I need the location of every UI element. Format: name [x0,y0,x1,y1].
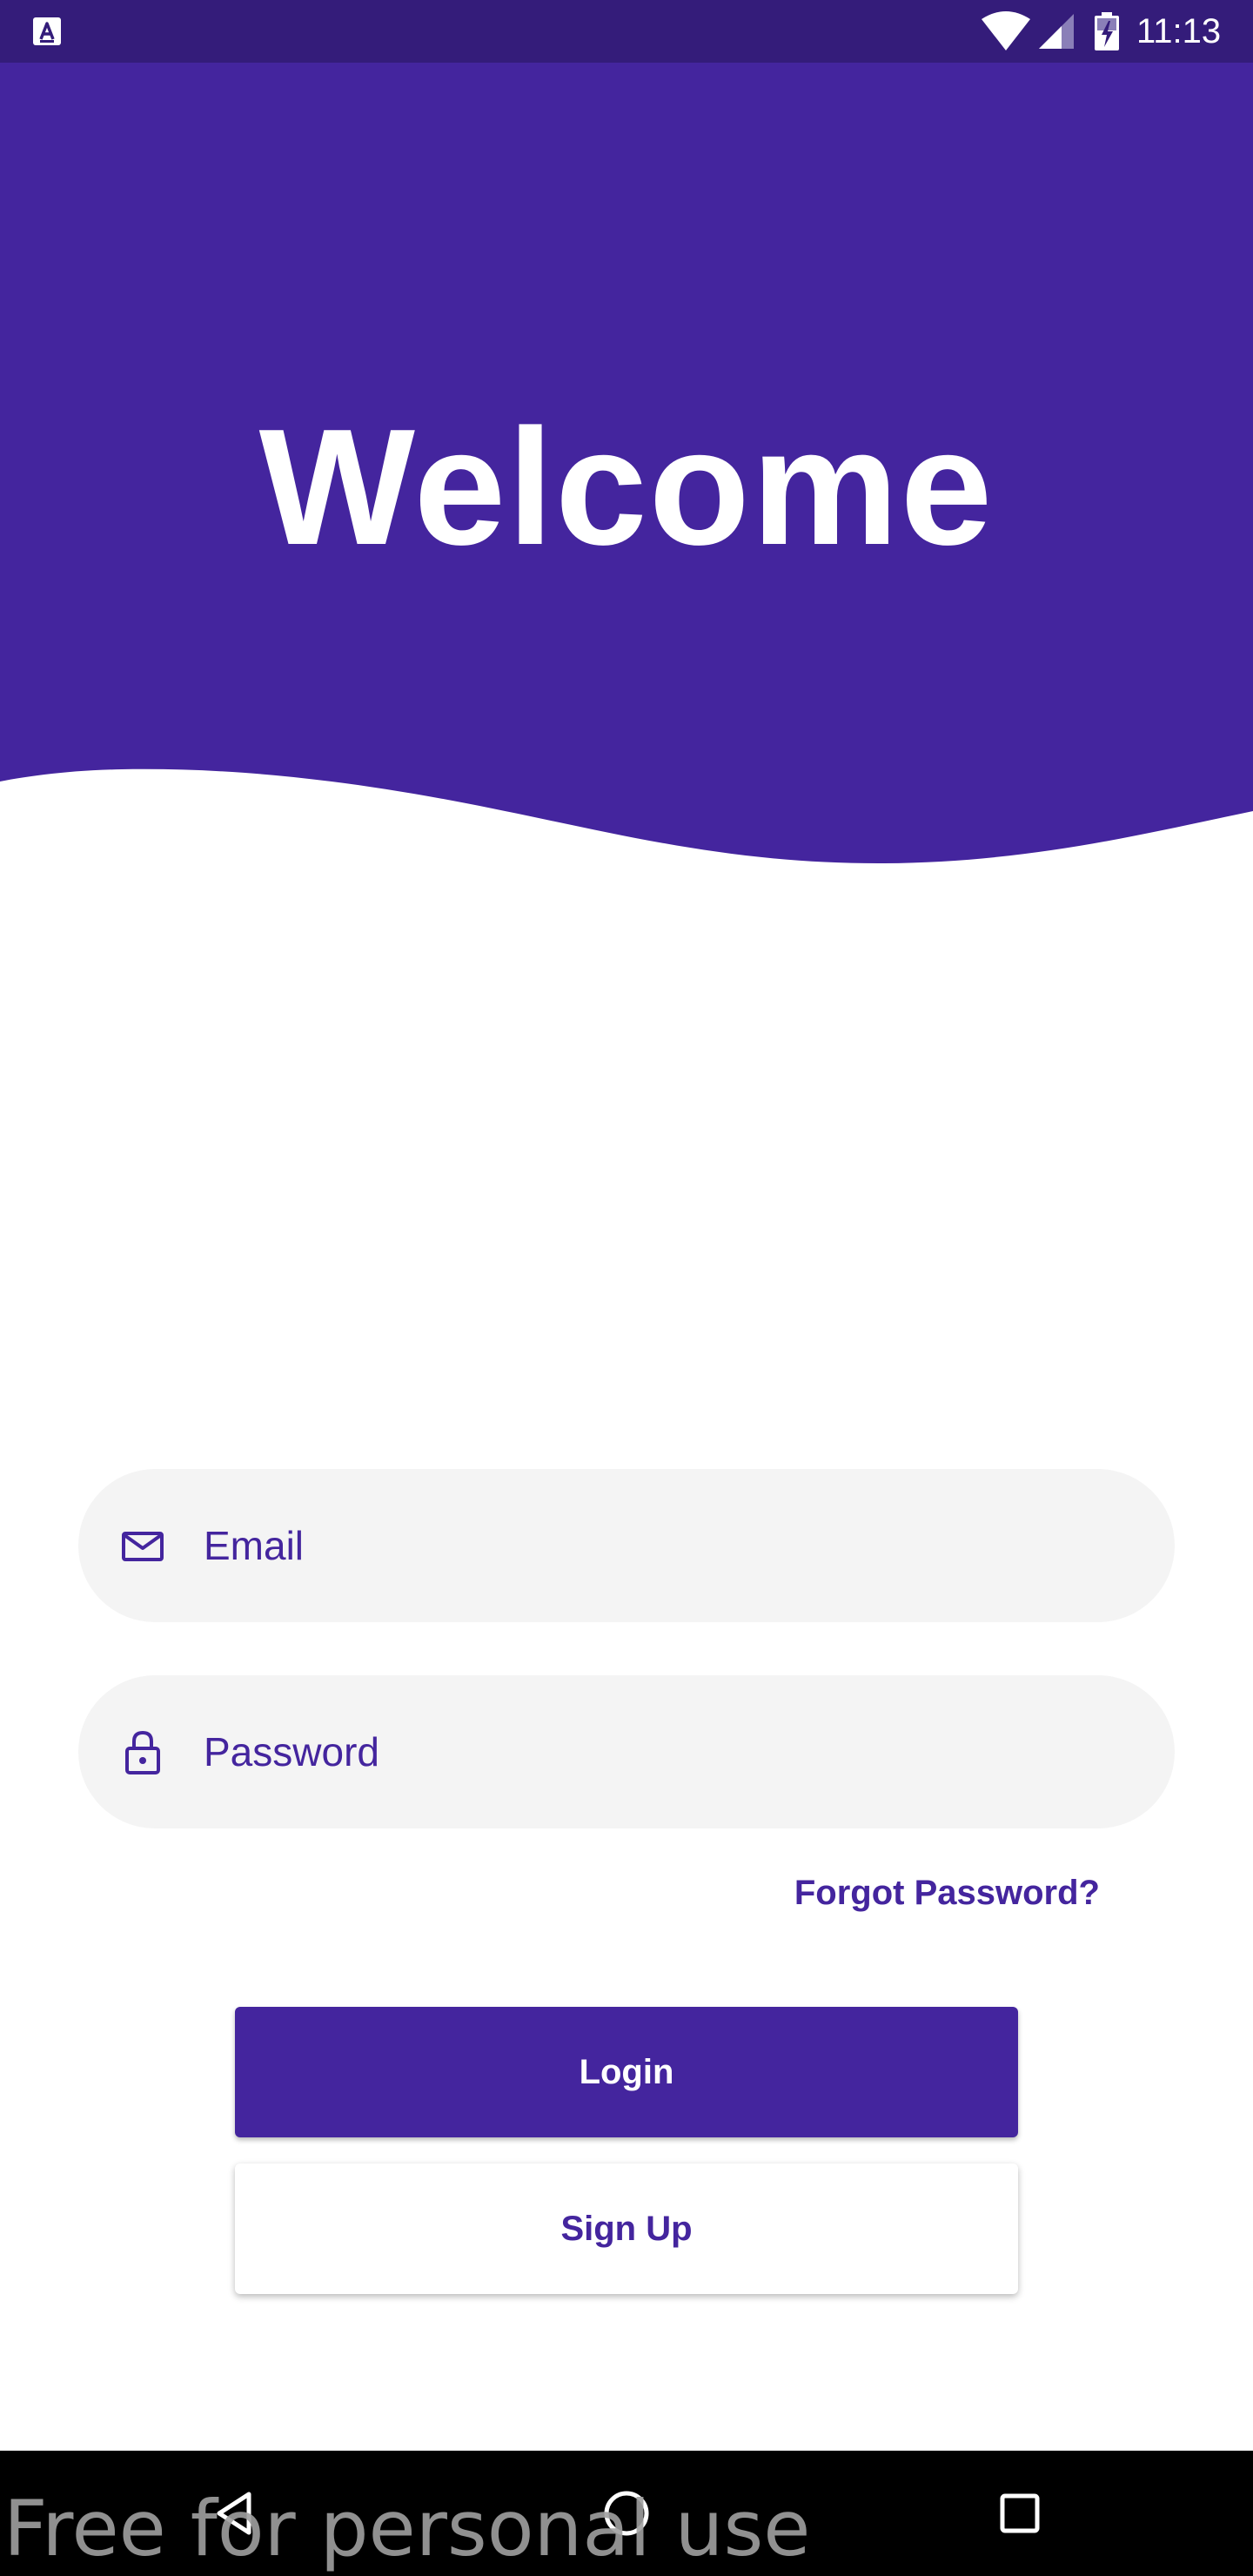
app-notification-icon [33,17,61,45]
status-time: 11:13 [1136,12,1222,50]
password-field[interactable] [78,1675,1175,1828]
forgot-password-link[interactable]: Forgot Password? [748,1867,1100,1919]
status-bar: 11:13 [0,0,1253,63]
password-input[interactable] [204,1675,1126,1828]
signup-button[interactable]: Sign Up [235,2163,1018,2294]
battery-charging-icon [1095,12,1119,50]
email-input[interactable] [204,1469,1126,1622]
signup-button-label: Sign Up [560,2209,693,2248]
email-field[interactable] [78,1469,1175,1622]
page-title: Welcome [258,395,995,580]
mail-icon [122,1532,164,1561]
cell-signal-icon [1039,14,1074,49]
home-icon[interactable] [600,2487,653,2539]
login-button-label: Login [579,2052,674,2091]
recents-icon[interactable] [994,2487,1046,2539]
wifi-icon [982,11,1030,50]
login-button[interactable]: Login [235,2007,1018,2137]
back-icon[interactable] [209,2487,261,2539]
login-screen: 11:13 Welcome Forgot Password? Login Sig… [0,0,1253,2576]
lock-icon [125,1730,160,1774]
